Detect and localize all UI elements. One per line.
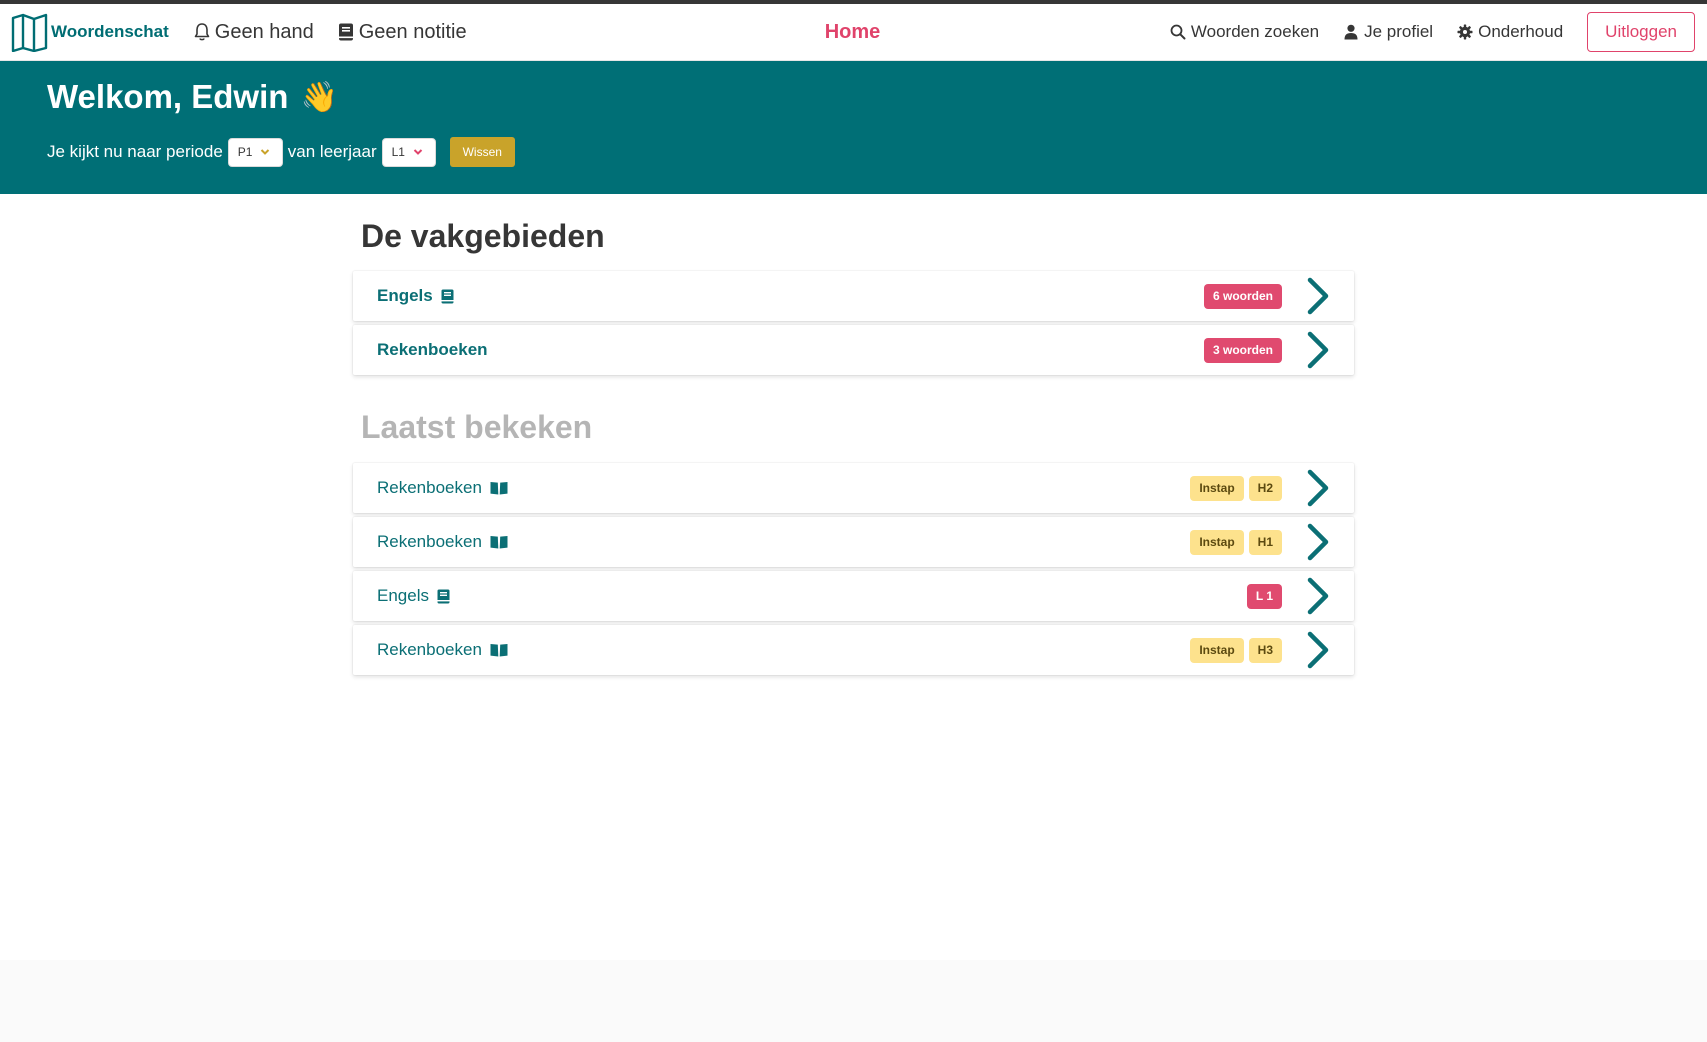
nav-item-hand[interactable]: Geen hand [193,21,314,44]
brand-name: Woordenschat [51,22,169,41]
logout-button[interactable]: Uitloggen [1587,12,1695,52]
recent-title: Laatst bekeken [361,409,593,445]
page-title: Welkom, Edwin 👋 [47,78,1660,115]
chevron-right-icon [1306,276,1330,316]
chevron-right-icon [1306,576,1330,616]
nav-search-words-label: Woorden zoeken [1190,22,1320,41]
subject-card-rekenboeken[interactable]: Rekenboeken 3 woorden [353,325,1354,375]
clear-button[interactable]: Wissen [449,137,515,168]
level-tag: Instap [1190,637,1244,663]
recent-label: Rekenboeken [377,640,508,660]
open-book-icon [490,482,508,495]
level-tag: Instap [1190,529,1244,555]
main-content: De vakgebieden Engels 6 woorden Rekenboe… [353,194,1354,675]
nav-item-note[interactable]: Geen notitie [337,21,467,44]
nav-search-words[interactable]: Woorden zoeken [1170,22,1319,42]
tag-group: Instap H1 [1190,529,1282,555]
recent-label: Rekenboeken [377,478,508,498]
recent-card[interactable]: Rekenboeken Instap H3 [353,625,1354,675]
welcome-hero: Welkom, Edwin 👋 Je kijkt nu naar periode… [0,61,1707,194]
gear-icon [1457,24,1473,40]
open-book-icon [490,644,508,657]
year-tag: L 1 [1246,583,1282,609]
book-icon [437,589,450,603]
period-select[interactable]: P1 [227,137,283,167]
badge-group: 6 woorden [1203,283,1282,309]
year-select[interactable]: L1 [381,137,436,167]
book-icon [441,289,454,303]
level-tag: Instap [1190,475,1244,501]
recent-label: Engels [377,586,450,606]
nav-item-note-label: Geen notitie [358,20,467,43]
subject-name: Rekenboeken [377,340,488,359]
tag-group: Instap H3 [1190,637,1282,663]
open-book-outline-icon [11,13,48,52]
chapter-tag: H1 [1248,529,1282,555]
badge-group: 3 woorden [1203,337,1282,363]
period-filter: Je kijkt nu naar periode P1 van leerjaar… [47,137,1660,168]
nav-maintenance[interactable]: Onderhoud [1457,22,1563,42]
notebook-icon [338,23,353,41]
recent-name: Rekenboeken [377,532,482,551]
chapter-tag: H2 [1248,475,1282,501]
word-count-badge: 6 woorden [1203,283,1282,309]
subject-label: Engels [377,286,454,306]
user-icon [1344,24,1358,40]
chevron-right-icon [1306,630,1330,670]
chevron-right-icon [1306,330,1330,370]
top-navbar: Woordenschat Geen hand Geen notitie Home [0,4,1707,61]
recent-card[interactable]: Rekenboeken Instap H2 [353,463,1354,513]
greeting-text: Welkom, Edwin [47,78,289,115]
subject-name: Engels [377,286,433,305]
word-count-badge: 3 woorden [1203,337,1282,363]
nav-profile-label: Je profiel [1364,22,1434,41]
bell-icon [194,23,210,41]
wave-emoji: 👋 [300,80,338,114]
recent-name: Engels [377,586,429,605]
recent-card[interactable]: Rekenboeken Instap H1 [353,517,1354,567]
recent-card[interactable]: Engels L 1 [353,571,1354,621]
chevron-down-icon [413,149,423,156]
subjects-title: De vakgebieden [361,218,605,254]
nav-maintenance-label: Onderhoud [1478,22,1564,41]
nav-item-hand-label: Geen hand [214,20,314,43]
period-select-value: P1 [237,145,253,160]
chevron-right-icon [1306,468,1330,508]
year-select-value: L1 [391,145,405,160]
tag-group: Instap H2 [1190,475,1282,501]
tag-group: L 1 [1246,583,1282,609]
chapter-tag: H3 [1248,637,1282,663]
recent-name: Rekenboeken [377,478,482,497]
chevron-right-icon [1306,522,1330,562]
year-text: van leerjaar [287,142,377,162]
recent-label: Rekenboeken [377,532,508,552]
page-footer [0,960,1707,1042]
period-text: Je kijkt nu naar periode [47,142,223,162]
chevron-down-icon [261,149,270,156]
nav-home-link[interactable]: Home [825,21,881,44]
recent-name: Rekenboeken [377,640,482,659]
nav-profile[interactable]: Je profiel [1343,22,1433,42]
subject-card-engels[interactable]: Engels 6 woorden [353,271,1354,321]
search-icon [1170,24,1186,40]
brand-link[interactable]: Woordenschat [10,12,169,52]
open-book-icon [490,536,508,549]
subject-label: Rekenboeken [377,340,488,360]
